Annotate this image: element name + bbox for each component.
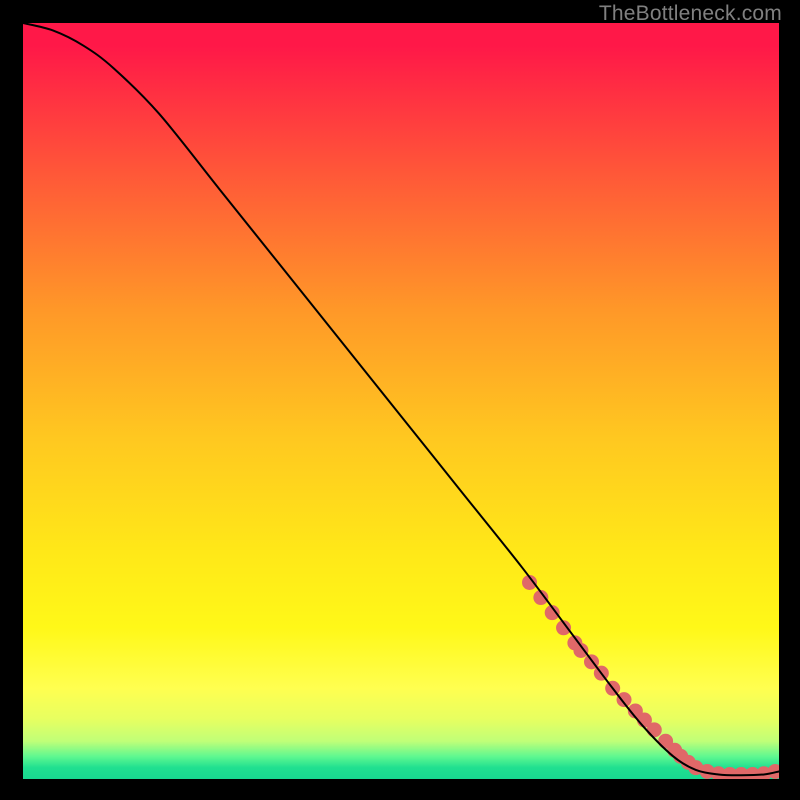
highlight-dot bbox=[617, 692, 632, 707]
curve-line bbox=[23, 23, 779, 775]
highlight-dots-group bbox=[522, 575, 779, 779]
plot-area bbox=[23, 23, 779, 779]
chart-container: TheBottleneck.com bbox=[0, 0, 800, 800]
chart-svg bbox=[23, 23, 779, 779]
highlight-dot bbox=[647, 722, 662, 737]
